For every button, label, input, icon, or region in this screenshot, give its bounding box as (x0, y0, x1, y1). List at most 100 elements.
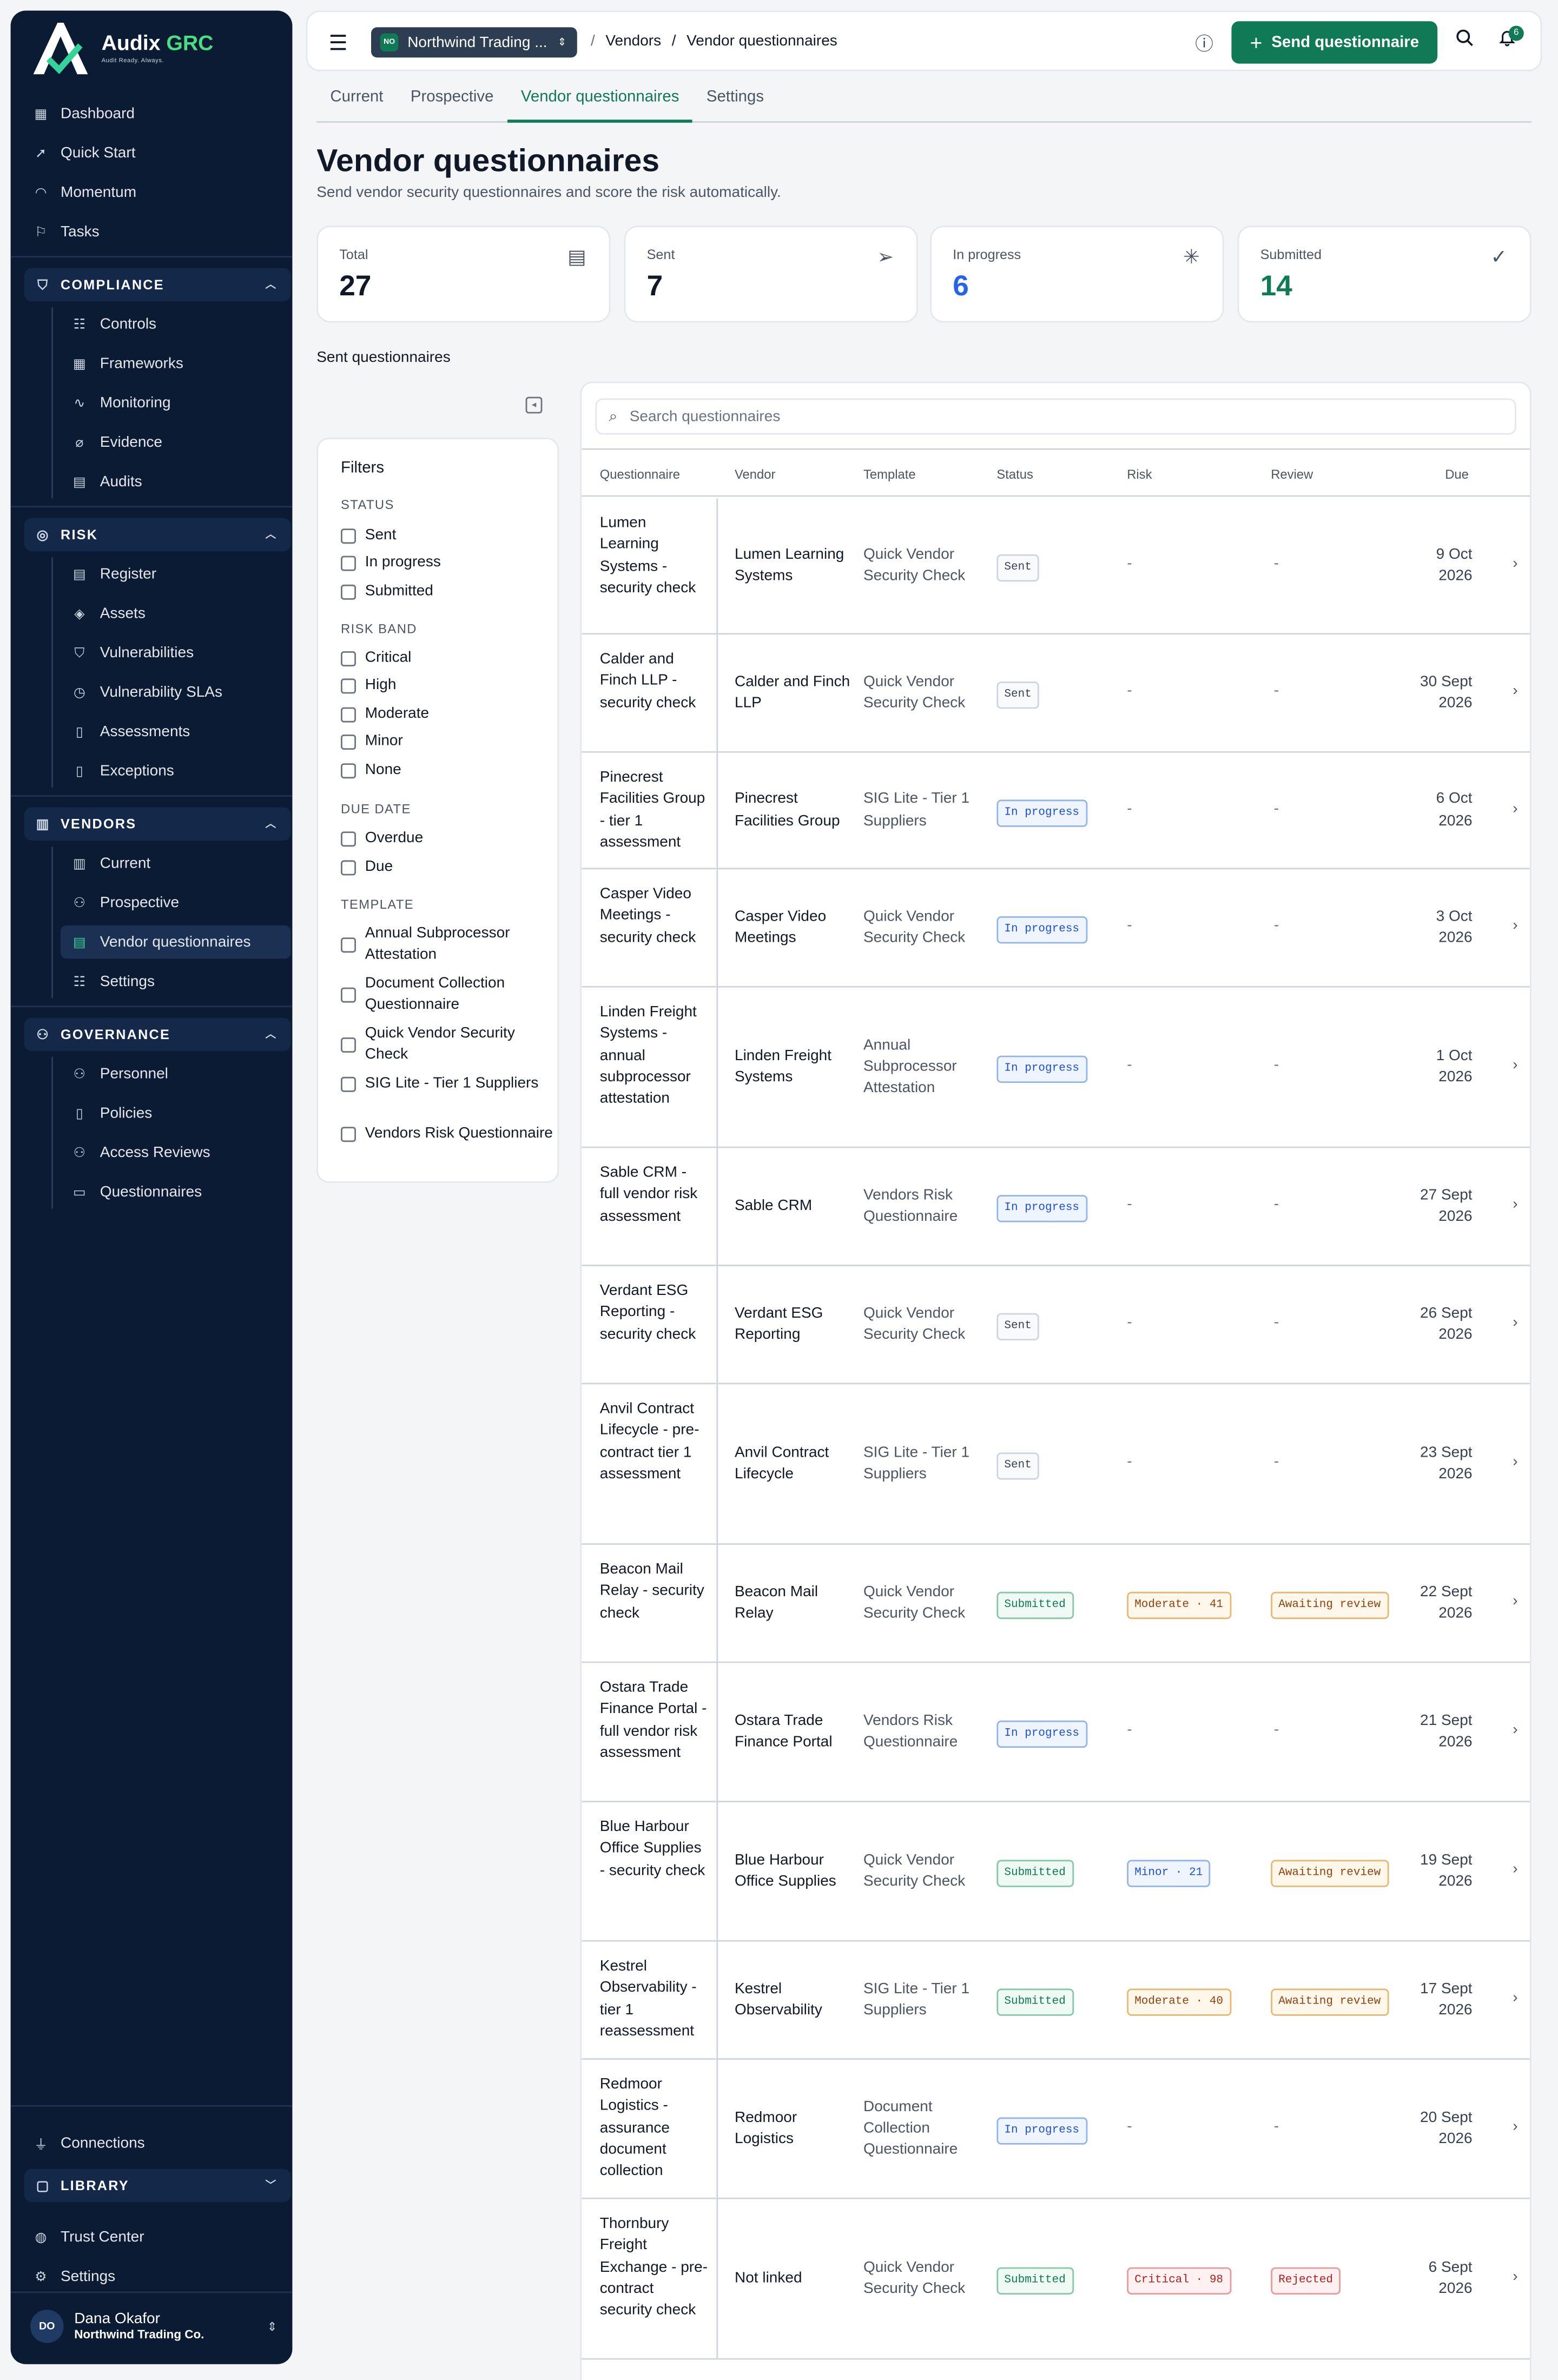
table-row[interactable]: Pinecrest Facilities Group - tier 1 asse… (582, 752, 1530, 870)
filter-template-annual[interactable]: Annual Subprocessor Attestation (341, 924, 553, 966)
vendor-name[interactable]: Lumen Learning Systems (735, 533, 853, 600)
vendor-name[interactable]: Blue Harbour Office Supplies (735, 1839, 853, 1905)
questionnaire-name[interactable]: Beacon Mail Relay - security check (600, 1560, 709, 1625)
questionnaire-name[interactable]: Redmoor Logistics - assurance document c… (600, 2075, 709, 2183)
chevron-right-icon[interactable]: › (1513, 1594, 1517, 1610)
filter-due-overdue[interactable]: Overdue (341, 829, 553, 850)
info-icon[interactable]: ⓘ (1195, 30, 1213, 56)
chevron-right-icon[interactable]: › (1513, 1722, 1517, 1739)
vendor-name[interactable]: Anvil Contract Lifecycle (735, 1431, 853, 1498)
chevron-right-icon[interactable]: › (1513, 2119, 1517, 2136)
tab-vendor-questionnaires[interactable]: Vendor questionnaires (507, 88, 693, 123)
table-row[interactable]: Blue Harbour Office Supplies - security … (582, 1802, 1530, 1942)
sidebar-item-vendor-settings[interactable]: ☷ Settings (61, 965, 291, 999)
questionnaire-name[interactable]: Calder and Finch LLP - security check (600, 650, 709, 715)
column-header-due[interactable]: Due (1445, 466, 1469, 481)
questionnaire-name[interactable]: Casper Video Meetings - security check (600, 884, 709, 949)
column-header-status[interactable]: Status (996, 466, 1033, 481)
section-compliance[interactable]: ⛉ COMPLIANCE ︿ (24, 268, 291, 302)
tab-prospective[interactable]: Prospective (397, 88, 507, 122)
chevron-right-icon[interactable]: › (1513, 1861, 1517, 1878)
table-row[interactable]: Lumen Learning Systems - security check L… (582, 498, 1530, 635)
nav-trust-center[interactable]: ◍ Trust Center (32, 2222, 286, 2252)
logo[interactable]: Audix GRC Audit Ready. Always. (30, 15, 214, 79)
section-vendors[interactable]: ▥ VENDORS ︿ (24, 807, 291, 841)
section-governance[interactable]: ⚇ GOVERNANCE ︿ (24, 1017, 291, 1052)
search-icon[interactable] (1456, 29, 1474, 51)
checkbox[interactable] (341, 987, 356, 1003)
checkbox[interactable] (341, 528, 356, 544)
menu-icon[interactable]: ☰ (329, 30, 348, 56)
questionnaire-name[interactable]: Blue Harbour Office Supplies - security … (600, 1817, 709, 1882)
column-header-risk[interactable]: Risk (1127, 466, 1152, 481)
table-row[interactable]: Anvil Contract Lifecycle - pre-contract … (582, 1384, 1530, 1545)
table-row[interactable]: Kestrel Observability - tier 1 reassessm… (582, 1941, 1530, 2060)
chevron-right-icon[interactable]: › (1513, 1990, 1517, 2007)
vendor-name[interactable]: Not linked (735, 2246, 853, 2312)
vendor-name[interactable]: Ostara Trade Finance Portal (735, 1700, 853, 1766)
sidebar-item-prospective[interactable]: ⚇ Prospective (61, 886, 291, 920)
filter-template-quick[interactable]: Quick Vendor Security Check (341, 1024, 553, 1066)
vendor-name[interactable]: Calder and Finch LLP (735, 660, 853, 727)
vendor-name[interactable]: Pinecrest Facilities Group (735, 778, 853, 844)
checkbox[interactable] (341, 831, 356, 847)
chevron-right-icon[interactable]: › (1513, 1057, 1517, 1074)
checkbox[interactable] (341, 584, 356, 600)
questionnaire-name[interactable]: Ostara Trade Finance Portal - full vendo… (600, 1678, 709, 1764)
filter-status-in-progress[interactable]: In progress (341, 553, 553, 574)
vendor-name[interactable]: Verdant ESG Reporting (735, 1292, 853, 1358)
nav-connections[interactable]: ⏚ Connections (32, 2128, 286, 2158)
vendor-name[interactable]: Kestrel Observability (735, 1967, 853, 2034)
column-header-template[interactable]: Template (863, 466, 916, 481)
sidebar-item-policies[interactable]: ▯ Policies (61, 1096, 291, 1130)
table-row[interactable]: Linden Freight Systems - annual subproce… (582, 987, 1530, 1148)
vendor-name[interactable]: Casper Video Meetings (735, 895, 853, 962)
table-row[interactable]: Sable CRM - full vendor risk assessment S… (582, 1148, 1530, 1266)
table-row[interactable]: Calder and Finch LLP - security check Cal… (582, 634, 1530, 753)
sidebar-item-register[interactable]: ▤ Register (61, 557, 291, 591)
sidebar-item-vulnerability-slas[interactable]: ◷ Vulnerability SLAs (61, 676, 291, 709)
search-input[interactable]: ⌕ Search questionnaires (595, 398, 1516, 435)
chevron-right-icon[interactable]: › (1513, 1196, 1517, 1213)
vendor-name[interactable]: Linden Freight Systems (735, 1034, 853, 1101)
table-row[interactable]: Thornbury Freight Exchange - pre-contrac… (582, 2199, 1530, 2360)
checkbox[interactable] (341, 735, 356, 750)
vendor-name[interactable]: Redmoor Logistics (735, 2096, 853, 2163)
checkbox[interactable] (341, 1037, 356, 1053)
questionnaire-name[interactable]: Linden Freight Systems - annual subproce… (600, 1003, 709, 1111)
sidebar-item-assets[interactable]: ◈ Assets (61, 597, 291, 630)
checkbox[interactable] (341, 1127, 356, 1142)
sidebar-item-audits[interactable]: ▤ Audits (61, 465, 291, 499)
filter-template-vendors-risk[interactable]: Vendors Risk Questionnaire (341, 1124, 553, 1145)
filter-risk-high[interactable]: High (341, 676, 553, 697)
sidebar-item-controls[interactable]: ☷ Controls (61, 307, 291, 341)
nav-settings[interactable]: ⚙ Settings (32, 2261, 286, 2291)
nav-quick-start[interactable]: ➚ Quick Start (32, 138, 286, 168)
filter-template-document[interactable]: Document Collection Questionnaire (341, 974, 553, 1016)
sidebar-item-monitoring[interactable]: ∿ Monitoring (61, 386, 291, 420)
table-row[interactable]: Casper Video Meetings - security check Ca… (582, 869, 1530, 988)
sidebar-item-vendor-questionnaires[interactable]: ▤ Vendor questionnaires (61, 925, 291, 959)
checkbox[interactable] (341, 763, 356, 779)
vendor-name[interactable]: Beacon Mail Relay (735, 1571, 853, 1637)
tab-current[interactable]: Current (316, 88, 397, 122)
tab-settings[interactable]: Settings (693, 88, 778, 122)
filter-due-due[interactable]: Due (341, 857, 553, 878)
table-row[interactable]: Redmoor Logistics - assurance document c… (582, 2060, 1530, 2199)
checkbox[interactable] (341, 1076, 356, 1092)
sidebar-item-access-reviews[interactable]: ⚇ Access Reviews (61, 1136, 291, 1169)
checkbox[interactable] (341, 651, 356, 666)
send-questionnaire-button[interactable]: + Send questionnaire (1231, 21, 1438, 64)
column-header-questionnaire[interactable]: Questionnaire (600, 466, 680, 481)
nav-dashboard[interactable]: ▦ Dashboard (32, 98, 286, 129)
checkbox[interactable] (341, 937, 356, 953)
section-library[interactable]: ▢ LIBRARY ﹀ (24, 2169, 291, 2203)
nav-momentum[interactable]: ◠ Momentum (32, 177, 286, 208)
filter-risk-moderate[interactable]: Moderate (341, 704, 553, 725)
table-row[interactable]: Beacon Mail Relay - security check Beacon… (582, 1545, 1530, 1663)
chevron-right-icon[interactable]: › (1513, 683, 1517, 700)
checkbox[interactable] (341, 556, 356, 571)
sidebar-item-frameworks[interactable]: ▦ Frameworks (61, 347, 291, 380)
vendor-name[interactable]: Sable CRM (735, 1174, 853, 1240)
checkbox[interactable] (341, 707, 356, 723)
